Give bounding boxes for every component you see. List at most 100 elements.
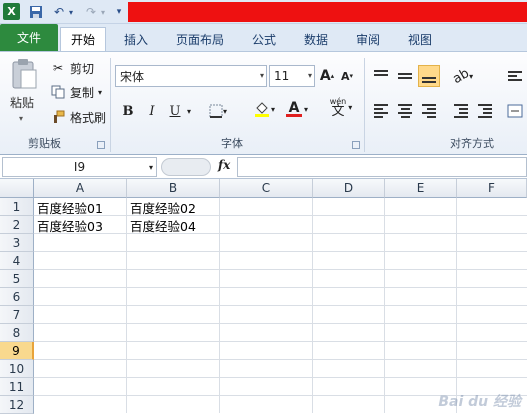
font-color-button[interactable]: A ▾ — [283, 98, 311, 120]
clipboard-launcher-icon[interactable] — [97, 141, 105, 149]
increase-indent-button[interactable] — [474, 100, 496, 122]
save-icon[interactable] — [27, 3, 45, 21]
row-header[interactable]: 8 — [0, 324, 34, 342]
gridline — [384, 198, 385, 413]
spreadsheet-grid: A B C D E F 1 2 3 4 5 6 7 8 9 10 11 12 百… — [0, 179, 527, 414]
increase-indent-icon — [478, 104, 492, 118]
alignment-group-label: 对齐方式 — [450, 137, 494, 150]
cell-b2[interactable]: 百度经验04 — [127, 216, 220, 234]
tab-home[interactable]: 开始 — [60, 27, 107, 51]
insert-function-button[interactable]: fx — [218, 158, 230, 172]
align-bottom-button[interactable] — [418, 65, 440, 87]
cell-a1[interactable]: 百度经验01 — [34, 198, 127, 216]
tab-review[interactable]: 审阅 — [346, 27, 390, 51]
align-center-button[interactable] — [394, 100, 416, 122]
align-left-icon — [374, 104, 388, 118]
align-right-button[interactable] — [418, 100, 440, 122]
row-header[interactable]: 6 — [0, 288, 34, 306]
watermark: Bai du 经验 — [438, 394, 521, 410]
column-header-d[interactable]: D — [313, 179, 385, 198]
wrap-text-button[interactable] — [504, 65, 526, 87]
font-name-value: 宋体 — [120, 69, 145, 84]
scissors-icon: ✂ — [52, 61, 64, 75]
gridline — [34, 377, 527, 378]
customize-toolbar-icon[interactable]: ▾ — [112, 3, 126, 21]
tab-file[interactable]: 文件 — [0, 24, 58, 51]
gridline — [312, 198, 313, 413]
fill-color-button[interactable]: ▾ — [250, 98, 278, 120]
undo-dropdown-icon[interactable]: ▾ — [66, 3, 76, 21]
bold-button[interactable]: B — [119, 100, 137, 122]
row-header[interactable]: 7 — [0, 306, 34, 324]
name-box-value: I9 — [73, 160, 86, 174]
column-header-a[interactable]: A — [34, 179, 127, 198]
wrap-text-icon — [508, 71, 522, 81]
merge-center-button[interactable] — [504, 100, 526, 122]
align-left-button[interactable] — [370, 100, 392, 122]
select-all-button[interactable] — [0, 179, 34, 198]
underline-button[interactable]: U — [166, 100, 184, 122]
redo-dropdown-icon[interactable]: ▾ — [98, 3, 108, 21]
italic-button[interactable]: I — [143, 100, 161, 122]
copy-icon — [50, 84, 66, 100]
align-middle-icon — [398, 73, 412, 79]
font-launcher-icon[interactable] — [352, 141, 360, 149]
tab-page-layout[interactable]: 页面布局 — [166, 27, 234, 51]
border-button[interactable]: ▾ — [207, 100, 229, 122]
grow-font-icon: A — [319, 68, 331, 84]
phonetic-button[interactable]: wén 文 ▾ — [326, 96, 356, 118]
orientation-button[interactable]: ab ▾ — [450, 65, 476, 87]
paste-icon[interactable] — [10, 58, 38, 90]
grow-font-button[interactable]: A ▴ — [318, 65, 336, 87]
chevron-down-icon[interactable]: ▾ — [149, 163, 153, 172]
excel-logo-icon[interactable]: X — [3, 3, 20, 20]
row-header[interactable]: 5 — [0, 270, 34, 288]
row-header[interactable]: 11 — [0, 378, 34, 396]
font-size-select[interactable]: 11 ▾ — [269, 65, 315, 87]
align-middle-button[interactable] — [394, 65, 416, 87]
formula-bar: I9 ▾ fx — [0, 155, 527, 179]
paint-bucket-icon — [254, 102, 269, 117]
ribbon: 粘贴 ▾ ✂ 剪切 复制 ▾ 格式刷 剪贴板 宋体 ▾ 11 ▾ A ▴ A ▾ B… — [0, 51, 527, 155]
gridline — [456, 198, 457, 413]
row-header[interactable]: 4 — [0, 252, 34, 270]
cell-a2[interactable]: 百度经验03 — [34, 216, 127, 234]
font-color-swatch — [285, 113, 302, 117]
format-painter-button[interactable]: 格式刷 — [50, 107, 106, 127]
column-header-c[interactable]: C — [220, 179, 313, 198]
copy-dropdown-icon[interactable]: ▾ — [98, 88, 102, 97]
cell-b1[interactable]: 百度经验02 — [127, 198, 220, 216]
tab-insert[interactable]: 插入 — [114, 27, 158, 51]
align-center-icon — [398, 104, 412, 118]
shrink-font-button[interactable]: A ▾ — [338, 65, 356, 87]
tab-data[interactable]: 数据 — [294, 27, 338, 51]
formula-input[interactable] — [237, 157, 527, 177]
chevron-down-icon: ▾ — [259, 71, 264, 80]
align-top-button[interactable] — [370, 65, 392, 87]
font-group-label: 字体 — [221, 137, 243, 150]
orientation-icon: ab — [450, 65, 472, 87]
font-name-select[interactable]: 宋体 ▾ — [115, 65, 267, 87]
paste-button[interactable]: 粘贴 — [10, 94, 34, 111]
row-header-active[interactable]: 9 — [0, 342, 34, 360]
name-box[interactable]: I9 ▾ — [2, 157, 157, 177]
phonetic-char: 文 — [331, 104, 345, 119]
underline-dropdown-icon[interactable]: ▾ — [184, 100, 194, 122]
row-header[interactable]: 10 — [0, 360, 34, 378]
column-header-b[interactable]: B — [127, 179, 220, 198]
row-header[interactable]: 3 — [0, 234, 34, 252]
tab-formulas[interactable]: 公式 — [242, 27, 286, 51]
column-header-e[interactable]: E — [385, 179, 457, 198]
decrease-indent-button[interactable] — [450, 100, 472, 122]
column-header-f[interactable]: F — [457, 179, 527, 198]
cut-label: 剪切 — [70, 61, 95, 76]
chevron-down-icon: ▾ — [307, 71, 312, 80]
row-header[interactable]: 2 — [0, 216, 34, 234]
tab-view[interactable]: 视图 — [398, 27, 442, 51]
row-header[interactable]: 1 — [0, 198, 34, 216]
copy-button[interactable]: 复制 ▾ — [50, 82, 102, 102]
row-header[interactable]: 12 — [0, 396, 34, 414]
cut-button[interactable]: ✂ 剪切 — [50, 58, 94, 78]
paste-dropdown-icon[interactable]: ▾ — [19, 114, 23, 123]
group-divider — [364, 58, 365, 152]
